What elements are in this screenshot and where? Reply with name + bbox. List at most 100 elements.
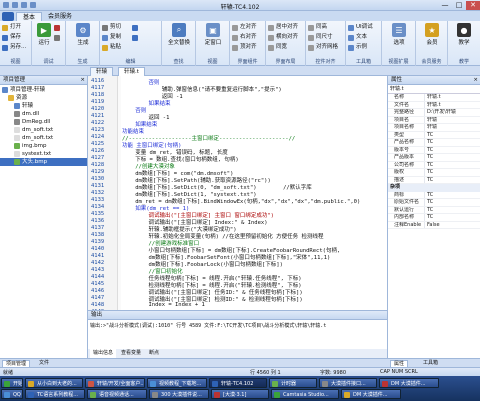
- property-value[interactable]: TC: [424, 191, 480, 198]
- property-row[interactable]: 注释Enable False: [388, 221, 480, 229]
- property-row[interactable]: 描述 TC: [388, 176, 480, 184]
- save-button[interactable]: 保存: [2, 33, 21, 42]
- property-value[interactable]: TC: [424, 206, 480, 213]
- property-row[interactable]: 名称 轩辕.t: [388, 94, 480, 102]
- ui-debug-button[interactable]: UI调试: [348, 23, 373, 32]
- taskbar-button[interactable]: Camtasia Studio...: [271, 389, 339, 399]
- property-row[interactable]: 完整路径 D:\开发\轩辕: [388, 109, 480, 117]
- property-row[interactable]: 项目名称 轩辕: [388, 124, 480, 132]
- same-width-button[interactable]: 同宽: [268, 43, 287, 52]
- property-row[interactable]: 项目名 轩辕: [388, 116, 480, 124]
- tree-item[interactable]: 轩辕: [0, 102, 87, 110]
- taskbar-button[interactable]: 轩辕-TC4.102: [209, 378, 267, 388]
- redo-button[interactable]: [132, 33, 138, 42]
- taskbar-button[interactable]: 视频教程_下载地...: [147, 378, 207, 388]
- grid-align-button[interactable]: 对齐网格: [308, 43, 338, 52]
- align-left-button[interactable]: 左对齐: [232, 23, 257, 32]
- copy-button[interactable]: 复制: [102, 33, 121, 42]
- code-editor[interactable]: 4116 4117 4118 4119 4120 4121 4122 4123 4124 4125…: [88, 76, 388, 348]
- property-value[interactable]: TC: [424, 139, 480, 146]
- output-tab-breakpoints[interactable]: 断点: [146, 349, 162, 358]
- undo-button[interactable]: [132, 23, 138, 32]
- taskbar-button[interactable]: 轩辕/开发/全面客户...: [85, 378, 145, 388]
- generate-button[interactable]: ⚙ 生成: [72, 23, 94, 46]
- tab-member[interactable]: 会员服务: [42, 12, 78, 21]
- tree-root[interactable]: 项目管理-轩辕: [0, 86, 87, 94]
- output-tab-vars[interactable]: 查看变量: [118, 349, 144, 358]
- example-button[interactable]: 示例: [348, 43, 367, 52]
- replace-all-button[interactable]: ⌕ 全文替换: [168, 23, 190, 46]
- tree-item[interactable]: img.bmp: [0, 142, 87, 150]
- bottom-tab-file[interactable]: 文件: [36, 360, 52, 367]
- tab-basic[interactable]: 基本: [16, 12, 43, 21]
- tree-item[interactable]: dm_soft.txt: [0, 134, 87, 142]
- tree-folder-resources[interactable]: 资源: [0, 94, 87, 102]
- property-value[interactable]: TC: [424, 154, 480, 161]
- debug-button[interactable]: [54, 23, 60, 32]
- property-value[interactable]: TC: [424, 199, 480, 206]
- doc-tab-main[interactable]: 轩辕: [90, 67, 114, 76]
- window-pin-button[interactable]: ▣ 定窗口: [202, 23, 224, 46]
- property-row[interactable]: 商标 TC: [388, 191, 480, 199]
- cut-button[interactable]: 剪切: [102, 23, 121, 32]
- property-section[interactable]: 杂项: [388, 184, 480, 192]
- property-row[interactable]: 产品名称 TC: [388, 139, 480, 147]
- property-value[interactable]: 轩辕: [424, 116, 480, 123]
- property-value[interactable]: False: [424, 221, 480, 228]
- property-value[interactable]: TC: [424, 214, 480, 221]
- bottom-tab-toolbox[interactable]: 工具箱: [420, 360, 441, 367]
- same-height-button[interactable]: 同高: [308, 23, 327, 32]
- taskbar-button[interactable]: QQ: [1, 389, 23, 399]
- property-value[interactable]: TC: [424, 146, 480, 153]
- open-button[interactable]: 打开: [2, 23, 21, 32]
- save-as-button[interactable]: 另存...: [2, 43, 26, 52]
- tree-item[interactable]: dm.dll: [0, 110, 87, 118]
- minimize-button[interactable]: —: [438, 1, 452, 10]
- property-row[interactable]: 内部名称 TC: [388, 214, 480, 222]
- center-align-button[interactable]: 居中对齐: [268, 23, 298, 32]
- property-row[interactable]: 版本号 TC: [388, 146, 480, 154]
- property-value[interactable]: 轩辕.t: [424, 101, 480, 108]
- taskbar-button[interactable]: 语音视频通话...: [87, 389, 147, 399]
- teach-button[interactable]: ● 教学: [453, 23, 475, 46]
- property-value[interactable]: TC: [424, 176, 480, 183]
- run-button[interactable]: ▶ 运行: [33, 23, 55, 46]
- pause-button[interactable]: [54, 33, 60, 42]
- start-button[interactable]: 开始: [1, 378, 23, 388]
- taskbar-button[interactable]: DM 大漠插件...: [341, 389, 401, 399]
- property-value[interactable]: TC: [424, 161, 480, 168]
- property-value[interactable]: D:\开发\轩辕: [424, 109, 480, 116]
- property-row[interactable]: 默认运行 TC: [388, 206, 480, 214]
- member-button[interactable]: ★ 会员: [421, 23, 443, 46]
- taskbar-button[interactable]: [大漠·3.1]: [211, 389, 269, 399]
- code-line[interactable]: Index = Index + 1: [122, 302, 204, 308]
- text-button[interactable]: 文本: [348, 33, 367, 42]
- doc-tab-file[interactable]: 轩辕.t: [118, 67, 145, 76]
- property-row[interactable]: 公司名称 TC: [388, 161, 480, 169]
- align-right-button[interactable]: 右对齐: [232, 33, 257, 42]
- align-top-button[interactable]: 顶对齐: [232, 43, 257, 52]
- tree-item[interactable]: DmReg.dll: [0, 118, 87, 126]
- taskbar-button[interactable]: 从小白到大老的...: [25, 378, 83, 388]
- maximize-button[interactable]: □: [452, 1, 466, 10]
- property-row[interactable]: 版权 TC: [388, 169, 480, 177]
- same-size-button[interactable]: 同尺寸: [308, 33, 333, 42]
- property-value[interactable]: 轩辕.t: [424, 94, 480, 101]
- panel-close-icon[interactable]: ×: [80, 76, 85, 85]
- property-row[interactable]: 原始文件名 TC: [388, 199, 480, 207]
- taskbar-button[interactable]: 大漠插件接口...: [319, 378, 377, 388]
- paste-button[interactable]: 粘贴: [102, 43, 121, 52]
- tree-item-selected[interactable]: 大头.bmp: [0, 158, 87, 166]
- property-row[interactable]: 类型 TC: [388, 131, 480, 139]
- panel-close-icon[interactable]: ×: [473, 76, 478, 85]
- horizontal-align-button[interactable]: 横向对齐: [268, 33, 298, 42]
- app-button[interactable]: [2, 12, 14, 21]
- taskbar-button[interactable]: 300 大漠插件说...: [149, 389, 209, 399]
- tree-item[interactable]: systext.txt: [0, 150, 87, 158]
- tree-item[interactable]: dm_soft.txt: [0, 126, 87, 134]
- property-row[interactable]: 产品版本 TC: [388, 154, 480, 162]
- taskbar-button[interactable]: DM 大漠插件...: [379, 378, 439, 388]
- close-button[interactable]: ✕: [466, 1, 480, 10]
- property-value[interactable]: 轩辕: [424, 124, 480, 131]
- options-button[interactable]: ☰ 选项: [388, 23, 410, 46]
